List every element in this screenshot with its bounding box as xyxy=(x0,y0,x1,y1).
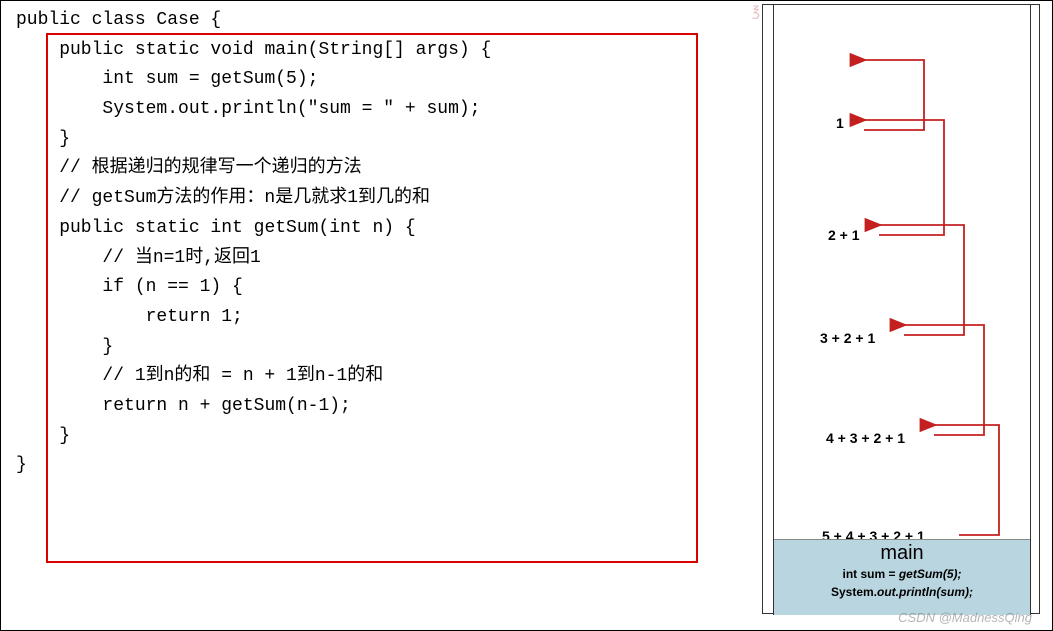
main-title: main xyxy=(774,542,1030,565)
watermark: CSDN @MadnessQing xyxy=(898,610,1032,625)
stack-panel: 1 2 + 1 3 + 2 + 1 4 + 3 + 2 + 1 5 + 4 + … xyxy=(762,4,1040,614)
stack-level-4: 4 + 3 + 2 + 1 xyxy=(826,430,905,446)
stack-level-2: 2 + 1 xyxy=(828,227,860,243)
main-box: main int sum = getSum(5); System.out.pri… xyxy=(774,539,1030,615)
watermark-icon: ℥ xyxy=(752,4,760,21)
main-code-2: System.out.println(sum); xyxy=(774,583,1030,601)
stack-level-1: 1 xyxy=(836,115,844,131)
main-code-1: int sum = getSum(5); xyxy=(774,565,1030,583)
highlight-box xyxy=(46,33,698,563)
code-line: public class Case { xyxy=(16,10,221,30)
stack-inner: 1 2 + 1 3 + 2 + 1 4 + 3 + 2 + 1 5 + 4 + … xyxy=(773,5,1031,615)
code-line: } xyxy=(16,455,27,475)
stack-level-3: 3 + 2 + 1 xyxy=(820,330,875,346)
arrows-svg xyxy=(774,5,1032,545)
